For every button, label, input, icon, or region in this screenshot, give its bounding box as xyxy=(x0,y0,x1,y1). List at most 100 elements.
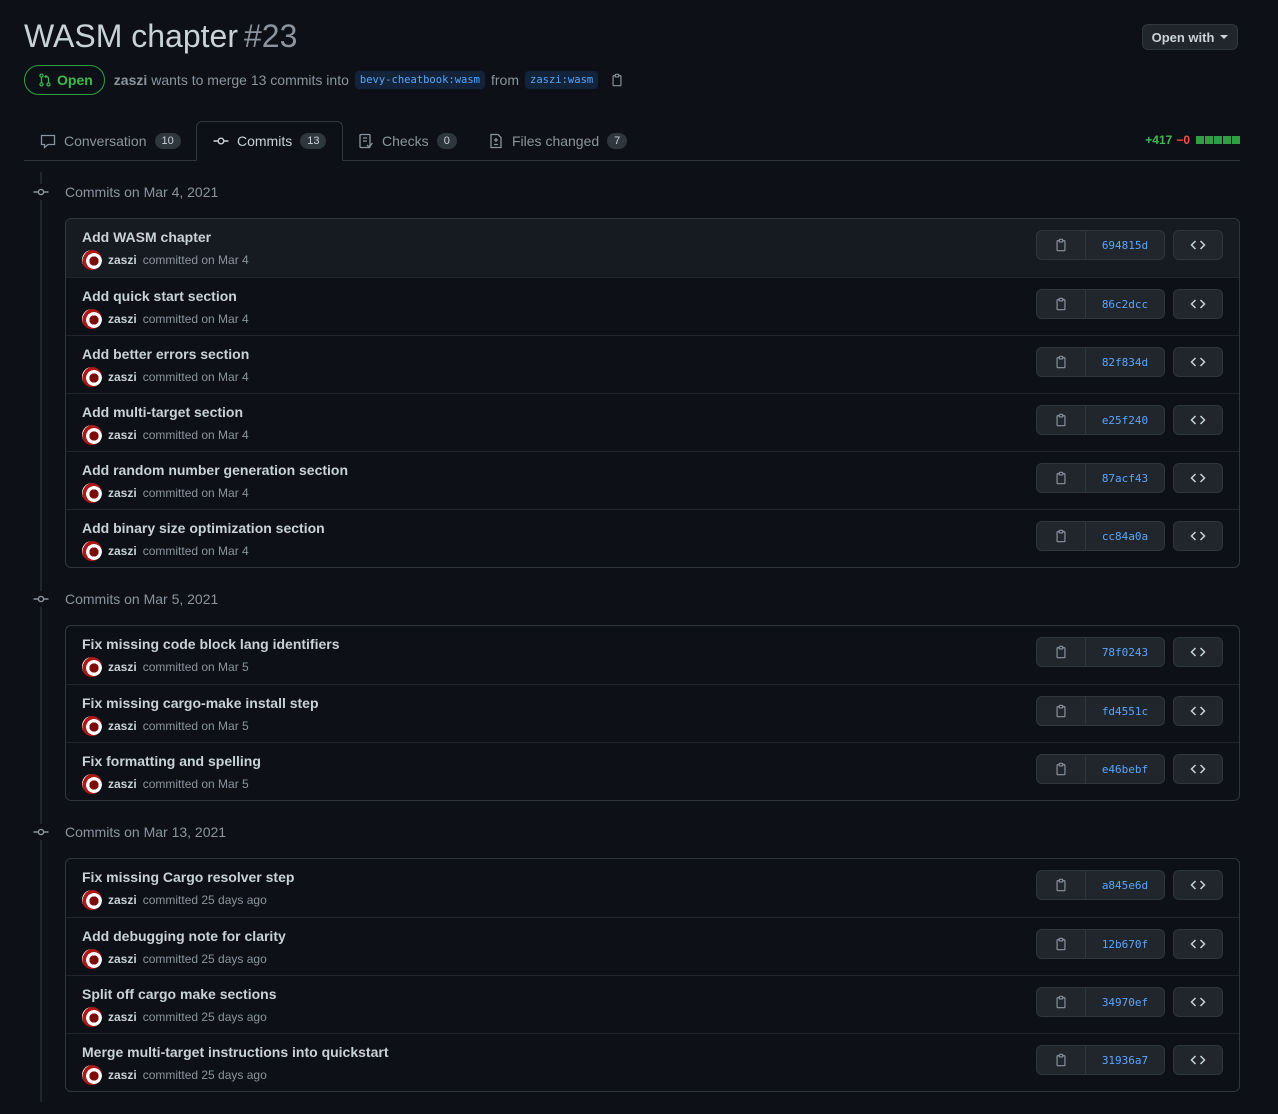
commit-sha-link[interactable]: a845e6d xyxy=(1086,871,1164,899)
copy-branch-icon[interactable] xyxy=(610,73,624,87)
copy-sha-button[interactable] xyxy=(1037,988,1086,1016)
copy-sha-button[interactable] xyxy=(1037,522,1086,550)
caret-down-icon xyxy=(1220,35,1229,39)
tab-files-changed[interactable]: Files changed 7 xyxy=(472,121,643,161)
merge-summary: zaszi wants to merge 13 commits into bev… xyxy=(114,71,624,89)
commit-author-link[interactable]: zaszi xyxy=(108,253,137,267)
avatar[interactable] xyxy=(82,1065,102,1085)
commit-author-link[interactable]: zaszi xyxy=(108,312,137,326)
commit-message-link[interactable]: Add binary size optimization section xyxy=(82,520,325,536)
browse-repo-button[interactable] xyxy=(1173,405,1223,435)
avatar[interactable] xyxy=(82,657,102,677)
copy-sha-button[interactable] xyxy=(1037,1046,1086,1074)
browse-repo-button[interactable] xyxy=(1173,754,1223,784)
head-branch[interactable]: zaszi:wasm xyxy=(525,71,599,89)
tab-conversation[interactable]: Conversation 10 xyxy=(24,121,197,161)
commit-sha-link[interactable]: fd4551c xyxy=(1086,697,1164,725)
copy-sha-button[interactable] xyxy=(1037,231,1086,259)
commit-row: Fix missing Cargo resolver step zaszi comm… xyxy=(66,859,1239,917)
commit-message-link[interactable]: Split off cargo make sections xyxy=(82,986,277,1002)
commit-author-link[interactable]: zaszi xyxy=(108,719,137,733)
commit-message-link[interactable]: Fix missing cargo-make install step xyxy=(82,695,319,711)
code-icon xyxy=(1190,296,1206,312)
avatar[interactable] xyxy=(82,1007,102,1027)
sha-button-group: e25f240 xyxy=(1036,405,1165,435)
commit-message-link[interactable]: Fix missing code block lang identifiers xyxy=(82,636,340,652)
copy-sha-button[interactable] xyxy=(1037,638,1086,666)
browse-repo-button[interactable] xyxy=(1173,929,1223,959)
tab-commits[interactable]: Commits 13 xyxy=(196,121,344,161)
browse-repo-button[interactable] xyxy=(1173,347,1223,377)
avatar[interactable] xyxy=(82,890,102,910)
commit-sha-link[interactable]: 78f0243 xyxy=(1086,638,1164,666)
commit-byline: zaszi committed 25 days ago xyxy=(82,890,267,910)
commit-message-link[interactable]: Add quick start section xyxy=(82,288,237,304)
copy-sha-button[interactable] xyxy=(1037,464,1086,492)
avatar[interactable] xyxy=(82,541,102,561)
browse-repo-button[interactable] xyxy=(1173,230,1223,260)
browse-repo-button[interactable] xyxy=(1173,1045,1223,1075)
commit-sha-link[interactable]: 694815d xyxy=(1086,231,1164,259)
comment-icon xyxy=(40,133,56,149)
commit-message-link[interactable]: Add random number generation section xyxy=(82,462,348,478)
commit-message-link[interactable]: Add multi-target section xyxy=(82,404,243,420)
avatar[interactable] xyxy=(82,949,102,969)
sha-button-group: 31936a7 xyxy=(1036,1045,1165,1075)
commit-time: committed on Mar 4 xyxy=(142,253,249,267)
sha-button-group: 694815d xyxy=(1036,230,1165,260)
merge-text: wants to merge 13 commits into xyxy=(151,72,349,88)
avatar[interactable] xyxy=(82,367,102,387)
copy-sha-button[interactable] xyxy=(1037,871,1086,899)
commit-sha-link[interactable]: 34970ef xyxy=(1086,988,1164,1016)
avatar[interactable] xyxy=(82,774,102,794)
browse-repo-button[interactable] xyxy=(1173,870,1223,900)
avatar[interactable] xyxy=(82,716,102,736)
commit-author-link[interactable]: zaszi xyxy=(108,370,137,384)
commit-sha-link[interactable]: cc84a0a xyxy=(1086,522,1164,550)
avatar[interactable] xyxy=(82,483,102,503)
commit-sha-link[interactable]: 86c2dcc xyxy=(1086,290,1164,318)
browse-repo-button[interactable] xyxy=(1173,289,1223,319)
browse-repo-button[interactable] xyxy=(1173,987,1223,1017)
browse-repo-button[interactable] xyxy=(1173,521,1223,551)
copy-sha-button[interactable] xyxy=(1037,930,1086,958)
commit-author-link[interactable]: zaszi xyxy=(108,544,137,558)
commit-author-link[interactable]: zaszi xyxy=(108,1010,137,1024)
commit-sha-link[interactable]: 12b670f xyxy=(1086,930,1164,958)
commit-author-link[interactable]: zaszi xyxy=(108,486,137,500)
commit-author-link[interactable]: zaszi xyxy=(108,1068,137,1082)
commit-author-link[interactable]: zaszi xyxy=(108,428,137,442)
commit-message-link[interactable]: Fix formatting and spelling xyxy=(82,753,261,769)
commit-message-link[interactable]: Fix missing Cargo resolver step xyxy=(82,869,294,885)
commit-author-link[interactable]: zaszi xyxy=(108,777,137,791)
base-branch[interactable]: bevy-cheatbook:wasm xyxy=(354,71,485,89)
commit-message-link[interactable]: Add WASM chapter xyxy=(82,229,211,245)
browse-repo-button[interactable] xyxy=(1173,463,1223,493)
commit-sha-link[interactable]: e46bebf xyxy=(1086,755,1164,783)
avatar[interactable] xyxy=(82,425,102,445)
commit-message-link[interactable]: Merge multi-target instructions into qui… xyxy=(82,1044,388,1060)
commit-message-link[interactable]: Add debugging note for clarity xyxy=(82,928,286,944)
commit-author-link[interactable]: zaszi xyxy=(108,660,137,674)
copy-sha-button[interactable] xyxy=(1037,697,1086,725)
commit-message-link[interactable]: Add better errors section xyxy=(82,346,249,362)
tab-checks[interactable]: Checks 0 xyxy=(342,121,473,161)
browse-repo-button[interactable] xyxy=(1173,637,1223,667)
open-with-button[interactable]: Open with xyxy=(1142,24,1238,50)
copy-sha-button[interactable] xyxy=(1037,348,1086,376)
avatar[interactable] xyxy=(82,309,102,329)
copy-sha-button[interactable] xyxy=(1037,290,1086,318)
copy-sha-button[interactable] xyxy=(1037,755,1086,783)
commit-byline: zaszi committed on Mar 4 xyxy=(82,250,249,270)
pr-author-link[interactable]: zaszi xyxy=(114,72,147,88)
browse-repo-button[interactable] xyxy=(1173,696,1223,726)
code-icon xyxy=(1190,877,1206,893)
commit-sha-link[interactable]: e25f240 xyxy=(1086,406,1164,434)
commit-sha-link[interactable]: 31936a7 xyxy=(1086,1046,1164,1074)
commit-sha-link[interactable]: 82f834d xyxy=(1086,348,1164,376)
commit-sha-link[interactable]: 87acf43 xyxy=(1086,464,1164,492)
commit-author-link[interactable]: zaszi xyxy=(108,893,137,907)
commit-author-link[interactable]: zaszi xyxy=(108,952,137,966)
copy-sha-button[interactable] xyxy=(1037,406,1086,434)
avatar[interactable] xyxy=(82,250,102,270)
